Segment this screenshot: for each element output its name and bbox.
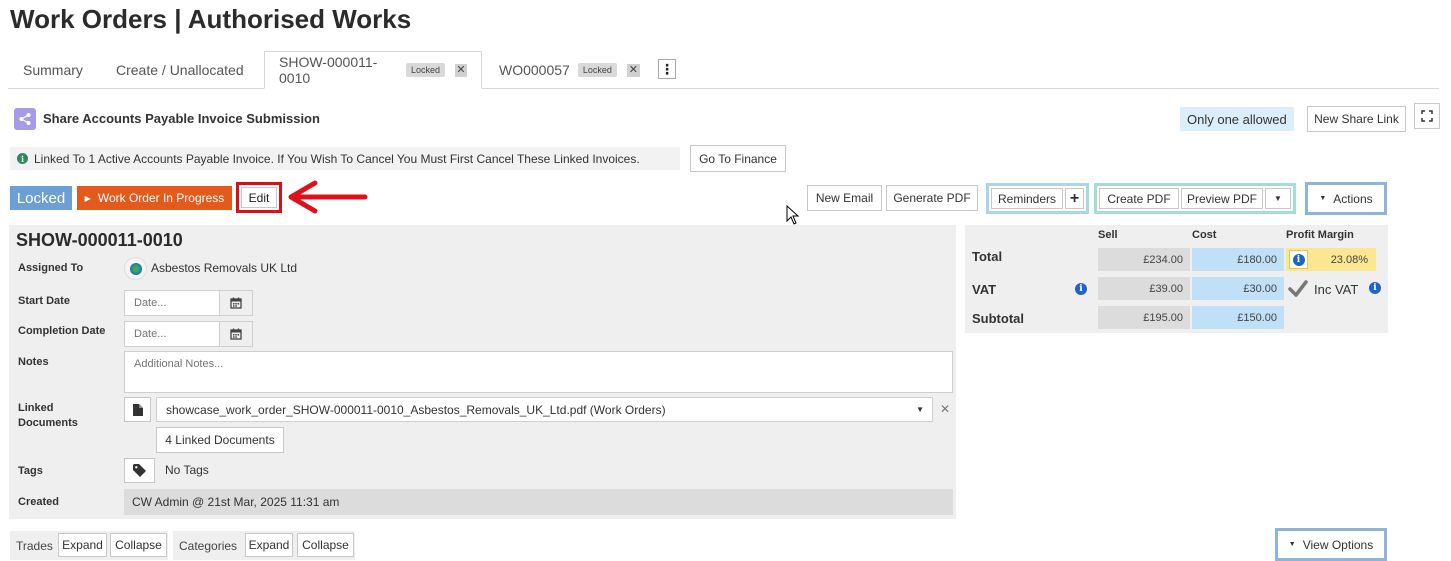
calendar-icon[interactable]	[219, 290, 253, 316]
actions-group: ▼ Actions	[1305, 182, 1387, 215]
new-share-link-button[interactable]: New Share Link	[1307, 106, 1406, 132]
trades-expand-button[interactable]: Expand	[58, 533, 107, 557]
reminders-group: Reminders +	[986, 183, 1089, 214]
create-pdf-button[interactable]: Create PDF	[1099, 188, 1179, 209]
created-label: Created	[18, 496, 59, 508]
trades-collapse-button[interactable]: Collapse	[110, 533, 167, 557]
calendar-icon[interactable]	[219, 321, 253, 347]
linked-document-select[interactable]: showcase_work_order_SHOW-000011-0010_Asb…	[156, 397, 933, 422]
caret-down-icon: ▼	[1319, 195, 1327, 202]
tab-create-unallocated[interactable]: Create / Unallocated	[116, 51, 244, 89]
completion-date-input[interactable]	[124, 321, 220, 347]
tab-label: WO000057	[499, 62, 570, 78]
page-title: Work Orders | Authorised Works	[10, 4, 412, 34]
margin-info-icon[interactable]: i	[1289, 250, 1308, 269]
inc-vat-checkbox[interactable]	[1288, 279, 1308, 304]
linked-documents-label-line1: Linked	[18, 402, 54, 414]
chevron-down-icon: ▼	[916, 405, 924, 414]
work-order-in-progress-button[interactable]: ▶ Work Order In Progress	[77, 186, 232, 210]
subtotal-cost-value: £150.00	[1192, 306, 1284, 329]
total-label: Total	[972, 249, 1003, 264]
view-options-label: View Options	[1302, 537, 1374, 552]
fullscreen-icon[interactable]	[1414, 103, 1440, 129]
mouse-cursor-icon	[786, 205, 800, 225]
document-icon[interactable]	[124, 397, 151, 422]
clear-icon[interactable]: ✕	[940, 402, 950, 416]
vat-label: VAT	[972, 282, 997, 297]
close-icon[interactable]: ✕	[626, 63, 640, 77]
categories-collapse-button[interactable]: Collapse	[297, 533, 354, 557]
inc-vat-label: Inc VAT	[1314, 282, 1359, 297]
start-date-input[interactable]	[124, 290, 220, 316]
actions-label: Actions	[1333, 191, 1373, 206]
share-section-title: Share Accounts Payable Invoice Submissio…	[43, 111, 320, 126]
info-icon: i	[17, 153, 28, 164]
contractor-avatar	[124, 257, 147, 280]
subtotal-label: Subtotal	[972, 311, 1024, 326]
annotation-arrow-icon	[288, 180, 368, 214]
cost-header: Cost	[1192, 229, 1217, 241]
tab-summary[interactable]: Summary	[23, 51, 83, 89]
assigned-to-label: Assigned To	[18, 262, 84, 274]
close-icon[interactable]: ✕	[455, 63, 467, 77]
notice-text: Linked To 1 Active Accounts Payable Invo…	[34, 151, 640, 166]
tag-icon[interactable]	[124, 458, 155, 483]
chevron-down-icon[interactable]: ▼	[1265, 188, 1291, 209]
linked-document-selected: showcase_work_order_SHOW-000011-0010_Asb…	[166, 402, 666, 417]
tab-label: Summary	[23, 62, 83, 78]
inc-vat-info-icon[interactable]: i	[1369, 282, 1381, 294]
completion-date-label: Completion Date	[18, 325, 106, 337]
categories-label: Categories	[179, 538, 238, 553]
tab-label: SHOW-000011-0010	[279, 54, 378, 86]
categories-expand-button[interactable]: Expand	[245, 533, 293, 557]
more-tabs-icon[interactable]: ⋮	[658, 59, 676, 79]
go-to-finance-button[interactable]: Go To Finance	[690, 145, 786, 172]
vat-sell-value: £39.00	[1098, 277, 1190, 300]
tags-value: No Tags	[165, 463, 209, 477]
pdf-group: Create PDF Preview PDF ▼	[1094, 183, 1296, 214]
tags-label: Tags	[18, 465, 43, 477]
locked-badge: Locked	[406, 63, 446, 77]
linked-documents-label-line2: Documents	[18, 417, 78, 429]
share-icon	[14, 108, 36, 130]
linked-documents-count-button[interactable]: 4 Linked Documents	[156, 427, 284, 453]
caret-down-icon: ▼	[1288, 541, 1296, 548]
new-email-button[interactable]: New Email	[807, 185, 882, 211]
linked-invoice-notice: i Linked To 1 Active Accounts Payable In…	[10, 147, 680, 170]
caret-right-icon: ▶	[84, 193, 91, 203]
trades-label: Trades	[16, 538, 53, 553]
tab-show-000011-0010[interactable]: SHOW-000011-0010 Locked ✕	[264, 51, 482, 89]
notes-textarea[interactable]	[124, 351, 953, 393]
preview-pdf-button[interactable]: Preview PDF	[1181, 188, 1263, 209]
sell-header: Sell	[1098, 229, 1118, 241]
start-date-label: Start Date	[18, 295, 70, 307]
edit-highlight: Edit	[236, 182, 282, 213]
add-reminder-icon[interactable]: +	[1065, 188, 1084, 209]
total-sell-value: £234.00	[1098, 248, 1190, 271]
view-options-group: ▼ View Options	[1275, 528, 1387, 561]
work-order-id: SHOW-000011-0010	[16, 230, 183, 250]
vat-info-icon[interactable]: i	[1075, 283, 1087, 295]
notes-label: Notes	[18, 356, 49, 368]
profit-margin-header: Profit Margin	[1286, 229, 1354, 241]
total-cost-value: £180.00	[1192, 248, 1284, 271]
created-value: CW Admin @ 21st Mar, 2025 11:31 am	[124, 489, 953, 515]
subtotal-sell-value: £195.00	[1098, 306, 1190, 329]
vat-cost-value: £30.00	[1192, 277, 1284, 300]
locked-status: Locked	[10, 186, 72, 210]
tab-label: Create / Unallocated	[116, 62, 244, 78]
edit-button[interactable]: Edit	[241, 187, 277, 208]
view-options-button[interactable]: ▼ View Options	[1280, 533, 1382, 556]
actions-button[interactable]: ▼ Actions	[1310, 187, 1382, 210]
linked-documents-label: Linked Documents	[18, 401, 78, 431]
reminders-button[interactable]: Reminders	[991, 188, 1063, 209]
tab-wo000057[interactable]: WO000057 Locked ✕	[499, 51, 640, 89]
status-progress-label: Work Order In Progress	[97, 191, 225, 205]
only-one-allowed-note: Only one allowed	[1180, 107, 1294, 131]
generate-pdf-button[interactable]: Generate PDF	[886, 185, 978, 211]
assigned-to-value[interactable]: Asbestos Removals UK Ltd	[151, 261, 297, 275]
locked-badge: Locked	[577, 63, 617, 77]
